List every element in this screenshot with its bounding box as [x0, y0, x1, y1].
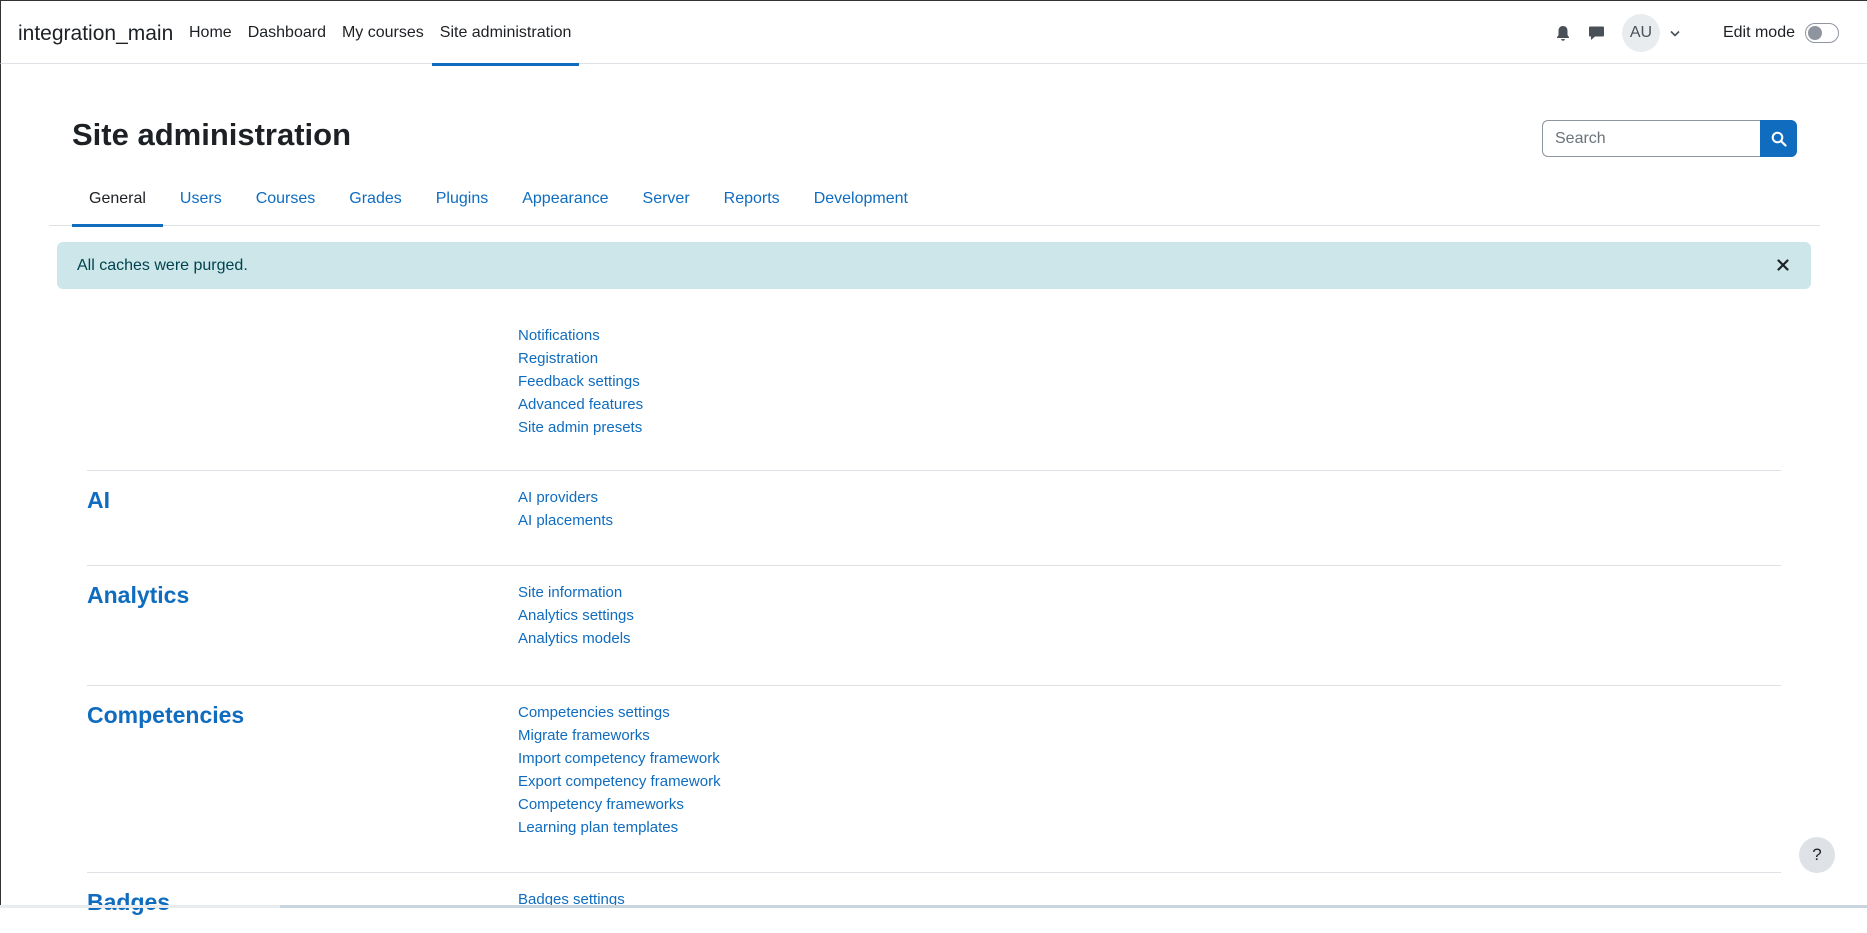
admin-sections: Notifications Registration Feedback sett… [87, 320, 1781, 933]
edit-mode-control: Edit mode [1723, 23, 1839, 43]
section-badges: Badges Badges settings [87, 873, 1781, 933]
page-title: Site administration [72, 117, 352, 152]
edit-mode-label: Edit mode [1722, 24, 1795, 41]
section-links: Competencies settings Migrate frameworks… [518, 686, 721, 872]
tab-users[interactable]: Users [163, 172, 239, 226]
notifications-button[interactable] [1546, 16, 1580, 50]
tab-appearance[interactable]: Appearance [505, 172, 625, 226]
site-brand[interactable]: integration_main [18, 21, 173, 47]
link-site-admin-presets[interactable]: Site admin presets [518, 416, 643, 439]
alert-message: All caches were purged. [77, 256, 248, 274]
tab-grades[interactable]: Grades [332, 172, 418, 226]
message-icon [1589, 26, 1605, 40]
user-menu-toggle[interactable] [1666, 24, 1684, 42]
section-heading-analytics[interactable]: Analytics [87, 566, 518, 685]
link-ai-providers[interactable]: AI providers [518, 486, 613, 509]
section-general: Notifications Registration Feedback sett… [87, 320, 1781, 471]
link-ai-placements[interactable]: AI placements [518, 509, 613, 532]
primary-navigation: Home Dashboard My courses Site administr… [181, 1, 580, 66]
section-heading-ai[interactable]: AI [87, 471, 518, 565]
bell-icon [1556, 25, 1569, 41]
toggle-knob [1808, 26, 1822, 40]
window-left-edge [0, 0, 1, 908]
section-heading-badges[interactable]: Badges [87, 873, 518, 933]
nav-home[interactable]: Home [181, 1, 240, 65]
nav-dashboard[interactable]: Dashboard [240, 1, 334, 65]
edit-mode-toggle[interactable] [1805, 23, 1839, 43]
search-input[interactable] [1542, 120, 1760, 157]
section-links: Badges settings [518, 873, 625, 933]
section-competencies: Competencies Competencies settings Migra… [87, 686, 1781, 873]
navbar-right: AU Edit mode [1546, 1, 1867, 65]
tab-server[interactable]: Server [626, 172, 707, 226]
help-button[interactable]: ? [1799, 837, 1835, 873]
info-alert: All caches were purged. [57, 242, 1811, 289]
tab-development[interactable]: Development [797, 172, 925, 226]
admin-tabs: General Users Courses Grades Plugins App… [49, 172, 1820, 227]
link-advanced-features[interactable]: Advanced features [518, 393, 643, 416]
admin-search [1542, 120, 1797, 157]
tab-general[interactable]: General [72, 172, 163, 227]
tab-plugins[interactable]: Plugins [419, 172, 505, 226]
section-links: AI providers AI placements [518, 471, 613, 565]
nav-site-administration[interactable]: Site administration [431, 1, 580, 66]
link-competencies-settings[interactable]: Competencies settings [518, 701, 721, 724]
link-analytics-models[interactable]: Analytics models [518, 627, 634, 650]
section-analytics: Analytics Site information Analytics set… [87, 566, 1781, 686]
link-feedback-settings[interactable]: Feedback settings [518, 370, 643, 393]
alert-close-button[interactable] [1773, 255, 1793, 275]
link-analytics-settings[interactable]: Analytics settings [518, 604, 634, 627]
link-competency-frameworks[interactable]: Competency frameworks [518, 793, 721, 816]
section-ai: AI AI providers AI placements [87, 471, 1781, 566]
link-registration[interactable]: Registration [518, 347, 643, 370]
user-avatar[interactable]: AU [1621, 14, 1660, 52]
messages-button[interactable] [1580, 16, 1614, 50]
close-icon [1777, 259, 1789, 271]
link-notifications[interactable]: Notifications [518, 324, 643, 347]
link-learning-plan-templates[interactable]: Learning plan templates [518, 816, 721, 839]
link-export-competency-framework[interactable]: Export competency framework [518, 770, 721, 793]
section-links: Notifications Registration Feedback sett… [518, 320, 643, 470]
tab-courses[interactable]: Courses [239, 172, 333, 226]
link-migrate-frameworks[interactable]: Migrate frameworks [518, 724, 721, 747]
top-navbar: integration_main Home Dashboard My cours… [0, 0, 1867, 66]
search-button[interactable] [1760, 120, 1797, 157]
section-links: Site information Analytics settings Anal… [518, 566, 634, 685]
tab-reports[interactable]: Reports [707, 172, 797, 226]
link-import-competency-framework[interactable]: Import competency framework [518, 747, 721, 770]
section-heading-competencies[interactable]: Competencies [87, 686, 518, 872]
nav-my-courses[interactable]: My courses [334, 1, 432, 65]
search-icon [1771, 131, 1787, 147]
navbar-divider [1704, 1, 1705, 65]
link-site-information[interactable]: Site information [518, 581, 634, 604]
chevron-down-icon [1670, 30, 1680, 37]
section-heading[interactable] [87, 320, 518, 470]
